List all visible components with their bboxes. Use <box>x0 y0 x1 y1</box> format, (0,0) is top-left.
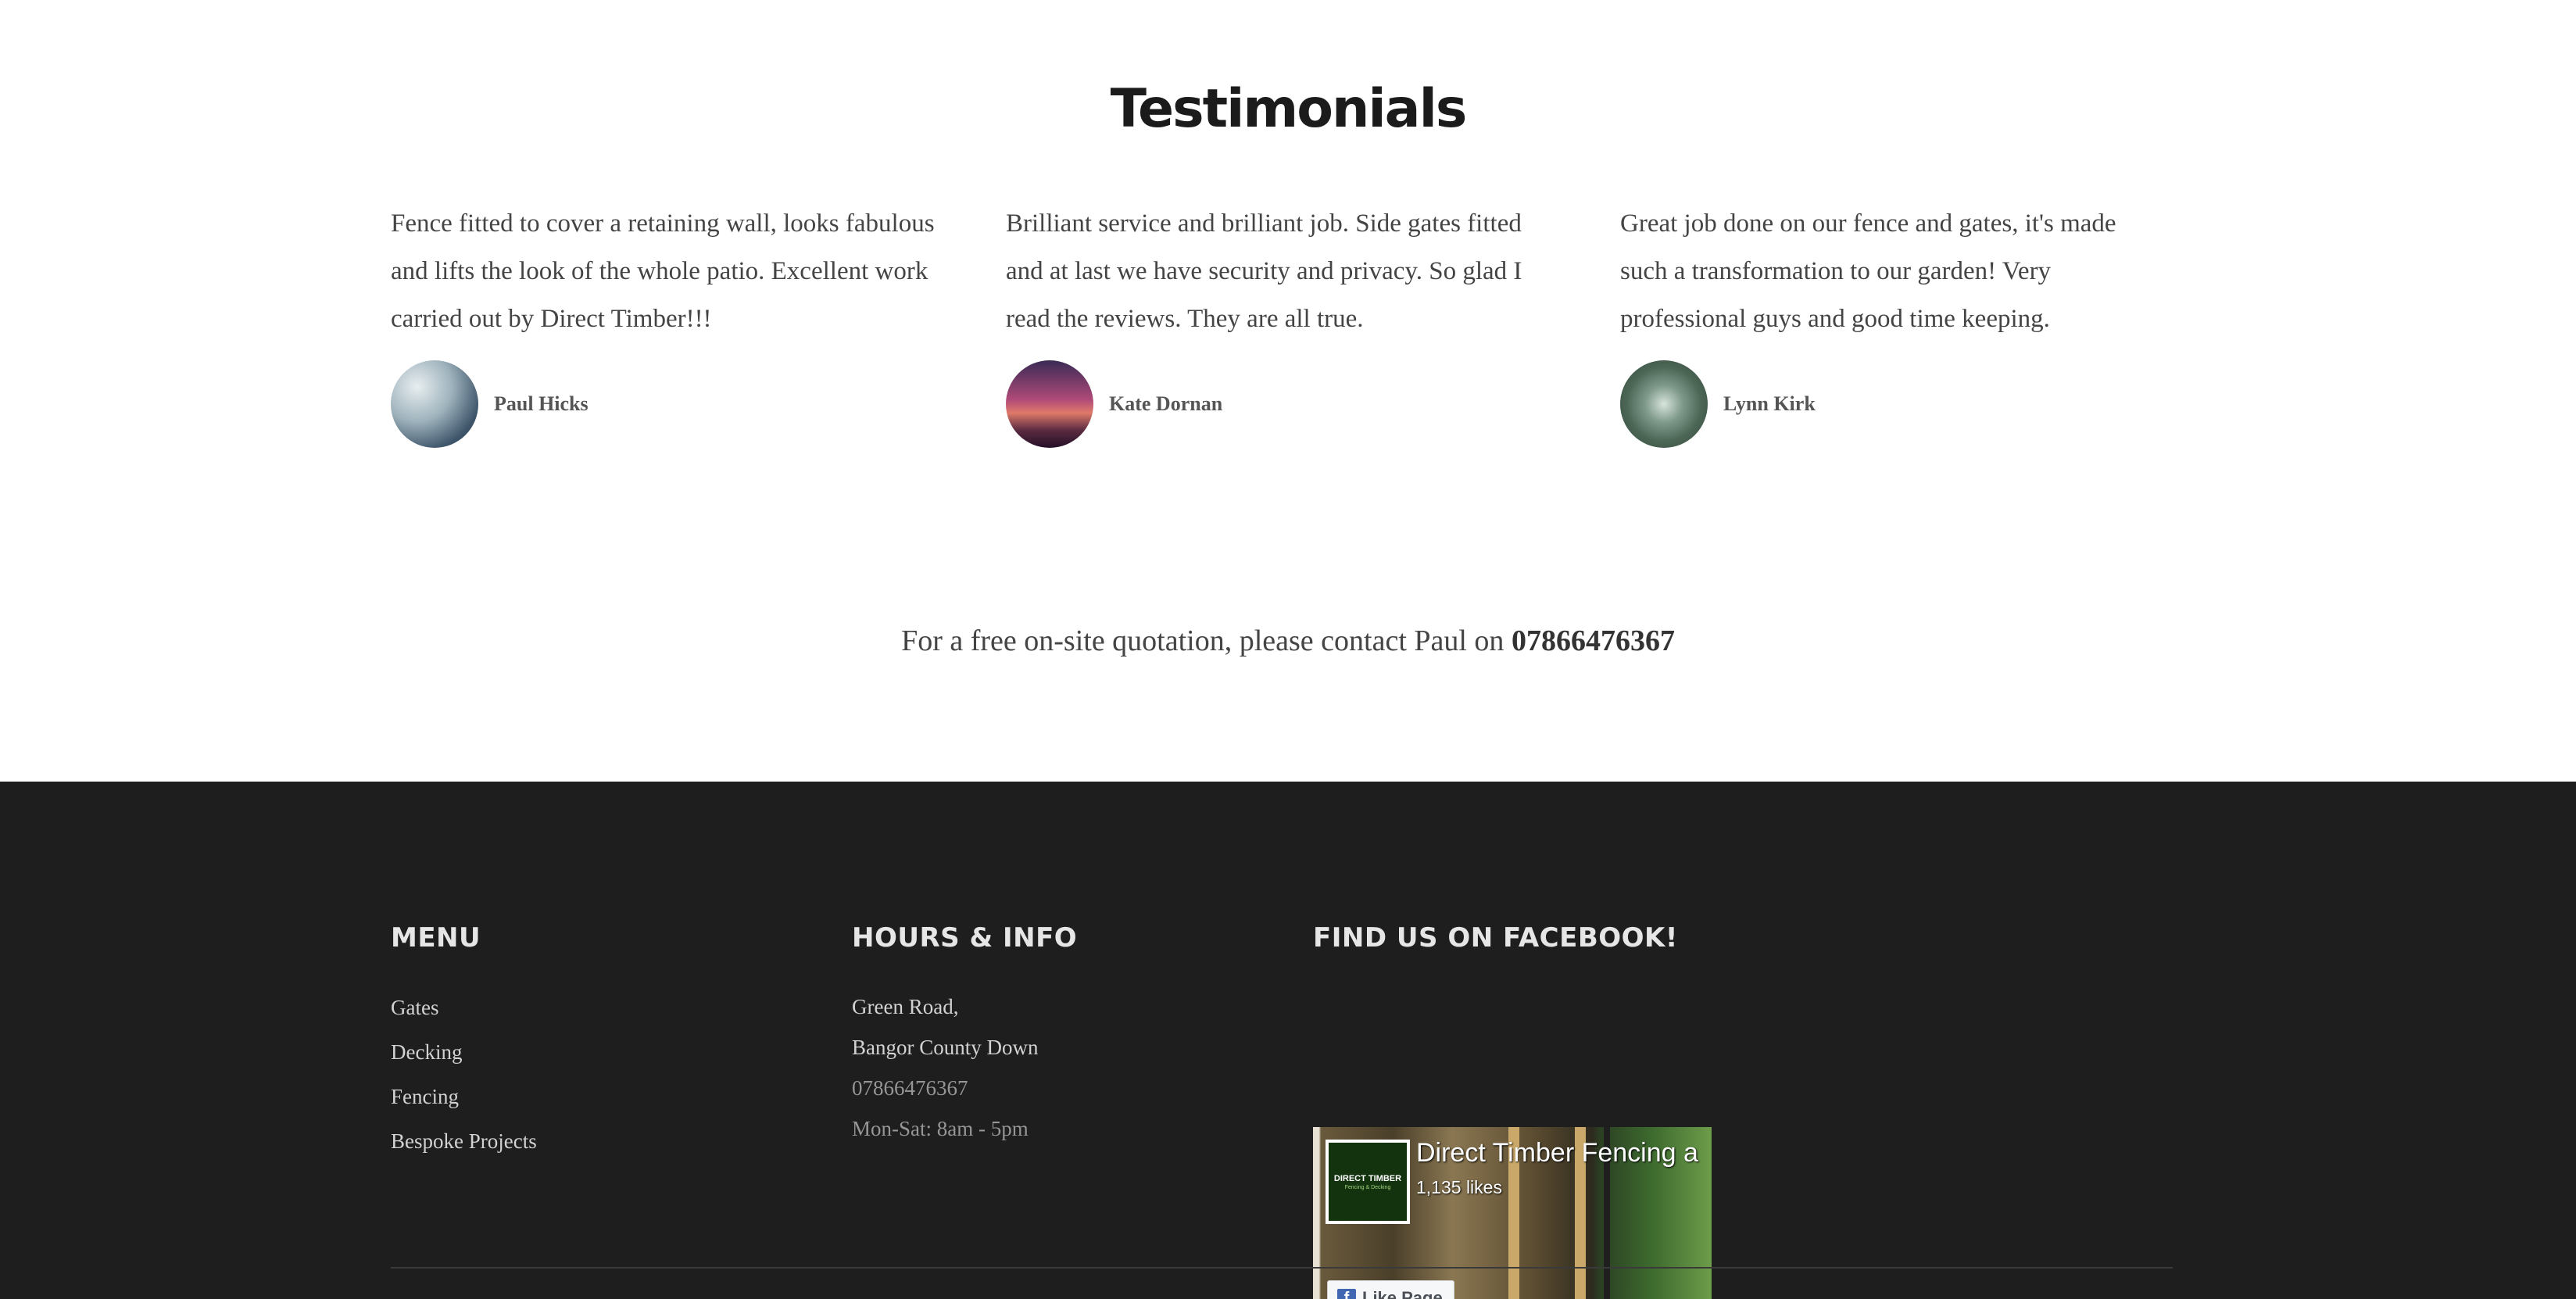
footer-phone[interactable]: 07866476367 <box>852 1076 1290 1117</box>
testimonial-quote: Fence fitted to cover a retaining wall, … <box>391 209 935 333</box>
footer-menu-heading: MENU <box>391 922 481 954</box>
logo-text: DIRECT TIMBER <box>1333 1173 1402 1183</box>
contact-info: Green Road, Bangor County Down 078664763… <box>852 995 1290 1158</box>
avatar <box>391 360 478 448</box>
author-name: Lynn Kirk <box>1723 392 1816 415</box>
footer-link-fencing[interactable]: Fencing <box>391 1085 459 1108</box>
address-line-1: Green Road, <box>852 995 959 1018</box>
facebook-likes-count: 1,135 likes <box>1416 1177 1502 1197</box>
footer-link-gates[interactable]: Gates <box>391 996 438 1019</box>
facebook-page-logo[interactable]: DIRECT TIMBER Fencing & Decking <box>1326 1140 1410 1224</box>
author-name: Paul Hicks <box>494 392 589 415</box>
avatar <box>1620 360 1708 448</box>
cta-phone-link[interactable]: 07866476367 <box>1512 624 1675 657</box>
footer-link-decking[interactable]: Decking <box>391 1040 462 1064</box>
facebook-page-name[interactable]: Direct Timber Fencing a <box>1416 1138 1698 1168</box>
testimonial-author: Paul Hicks <box>391 360 938 448</box>
testimonials-section: Testimonials Fence fitted to cover a ret… <box>0 0 2576 782</box>
quotation-cta: For a free on-site quotation, please con… <box>0 624 2576 658</box>
testimonial-author: Lynn Kirk <box>1620 360 2167 448</box>
testimonial-author: Kate Dornan <box>1006 360 1553 448</box>
avatar <box>1006 360 1093 448</box>
facebook-page-widget[interactable]: DIRECT TIMBER Fencing & Decking Direct T… <box>1313 1127 1712 1299</box>
footer-divider <box>391 1267 2173 1269</box>
testimonial-quote: Brilliant service and brilliant job. Sid… <box>1006 209 1522 333</box>
testimonial-card: Fence fitted to cover a retaining wall, … <box>391 200 938 448</box>
author-name: Kate Dornan <box>1109 392 1223 415</box>
footer-facebook: FIND US ON FACEBOOK! DIRECT TIMBER Fenci… <box>1313 922 1860 1299</box>
like-page-label: Like Page <box>1362 1288 1443 1299</box>
testimonial-quote: Great job done on our fence and gates, i… <box>1620 209 2116 333</box>
testimonial-card: Great job done on our fence and gates, i… <box>1620 200 2167 448</box>
footer-hours-info: HOURS & INFO Green Road, Bangor County D… <box>852 922 1290 1158</box>
facebook-heading: FIND US ON FACEBOOK! <box>1313 922 1678 954</box>
address-line-2: Bangor County Down <box>852 1036 1039 1059</box>
like-page-button[interactable]: f Like Page <box>1327 1280 1454 1299</box>
cta-text: For a free on-site quotation, please con… <box>901 624 1504 657</box>
testimonials-title: Testimonials <box>1110 78 1468 140</box>
site-footer: MENU Gates Decking Fencing Bespoke Proje… <box>0 782 2576 1299</box>
footer-menu-list: Gates Decking Fencing Bespoke Projects <box>391 996 828 1174</box>
facebook-icon: f <box>1337 1289 1356 1299</box>
footer-menu: MENU Gates Decking Fencing Bespoke Proje… <box>391 922 828 1174</box>
testimonial-card: Brilliant service and brilliant job. Sid… <box>1006 200 1553 448</box>
logo-subtext: Fencing & Decking <box>1344 1184 1391 1190</box>
hours-info-heading: HOURS & INFO <box>852 922 1078 954</box>
opening-hours: Mon-Sat: 8am - 5pm <box>852 1117 1029 1140</box>
footer-link-bespoke-projects[interactable]: Bespoke Projects <box>391 1129 537 1153</box>
